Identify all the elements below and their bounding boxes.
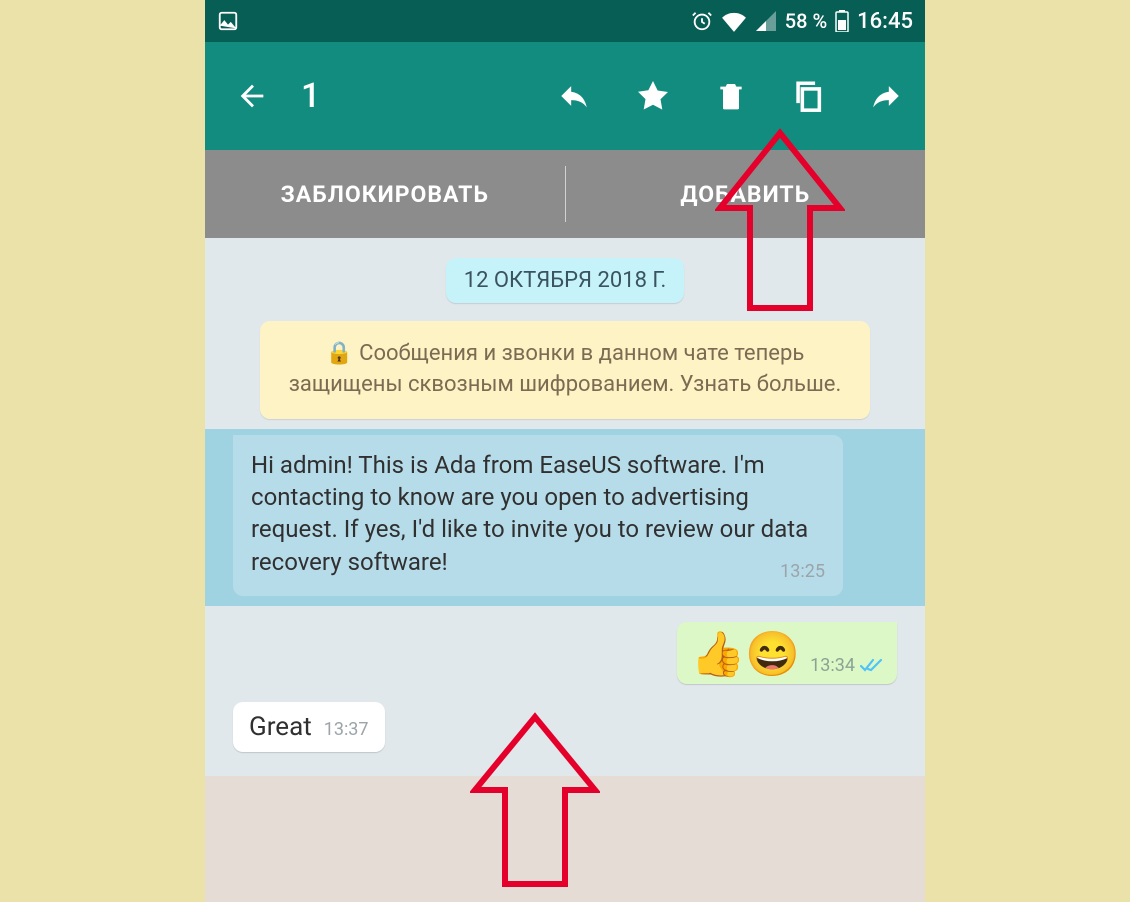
status-right: 58 % 16:45 [691,9,913,34]
image-notification-icon [217,10,239,32]
chat-area-bottom: 👍😄 13:34 Great 13:37 [205,606,925,776]
block-button[interactable]: ЗАБЛОКИРОВАТЬ [205,150,565,238]
message-text: Hi admin! This is Ada from EaseUS softwa… [251,451,808,576]
date-chip: 12 ОКТЯБРЯ 2018 Г. [446,258,685,303]
incoming-message-selected[interactable]: Hi admin! This is Ada from EaseUS softwa… [233,435,843,596]
back-button[interactable] [235,79,269,113]
message-time: 13:37 [324,719,369,740]
reply-button[interactable] [557,79,591,113]
emoji-content: 👍😄 [691,632,801,676]
message-time: 13:25 [780,560,825,584]
add-contact-button[interactable]: ДОБАВИТЬ [566,150,926,238]
status-left [217,10,239,32]
selection-count: 1 [301,76,545,116]
delete-button[interactable] [715,78,747,114]
selection-toolbar: 1 [205,42,925,150]
encryption-notice[interactable]: 🔒Сообщения и звонки в данном чате теперь… [260,321,871,419]
clock-time: 16:45 [857,9,913,34]
star-button[interactable] [635,78,671,114]
chat-area-top: 12 ОКТЯБРЯ 2018 Г. 🔒Сообщения и звонки в… [205,238,925,429]
message-time: 13:34 [810,655,855,676]
message-text: Great [249,712,312,742]
battery-pct: 58 % [785,9,827,33]
status-bar: 58 % 16:45 [205,0,925,42]
wifi-icon [721,10,747,32]
incoming-row: Great 13:37 [233,698,897,756]
battery-icon [835,10,849,32]
incoming-message[interactable]: Great 13:37 [233,702,385,752]
phone-frame: 58 % 16:45 1 [205,0,925,902]
lock-icon: 🔒 [326,341,353,366]
contact-action-bar: ЗАБЛОКИРОВАТЬ ДОБАВИТЬ [205,150,925,238]
signal-icon [755,11,777,31]
outgoing-row: 👍😄 13:34 [233,616,897,690]
copy-button[interactable] [791,77,825,115]
outgoing-message[interactable]: 👍😄 13:34 [677,622,897,684]
alarm-icon [691,10,713,32]
forward-button[interactable] [869,79,903,113]
selected-message-row[interactable]: Hi admin! This is Ada from EaseUS softwa… [205,429,925,606]
read-receipt-icon [859,658,883,674]
